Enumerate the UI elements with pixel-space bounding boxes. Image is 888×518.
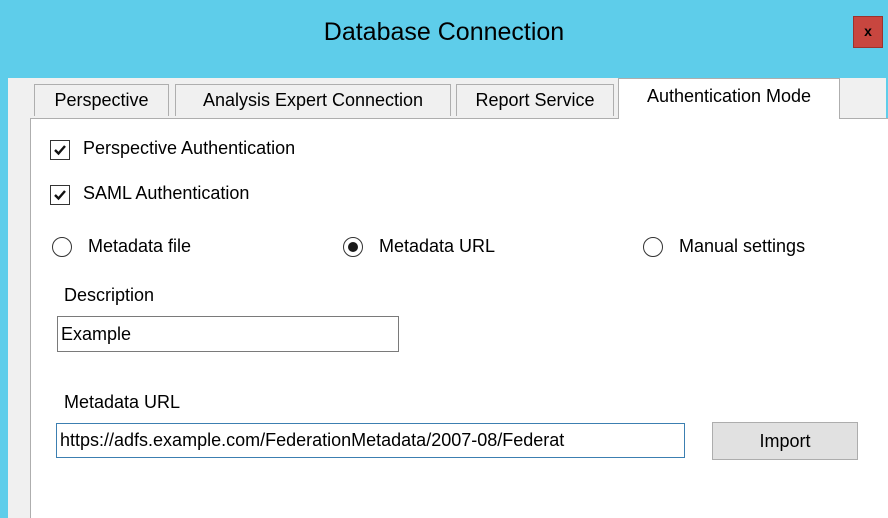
close-icon: x (864, 23, 872, 39)
tab-label: Authentication Mode (646, 86, 812, 106)
metadata-url-field[interactable] (56, 423, 685, 458)
metadata-url-label: Metadata URL (64, 392, 181, 412)
radio-selected-dot-icon (348, 242, 358, 252)
close-button[interactable]: x (853, 16, 883, 48)
checkmark-icon (54, 145, 66, 156)
description-field[interactable] (57, 316, 399, 352)
tab-authentication-mode[interactable]: Authentication Mode (618, 78, 840, 119)
radio-button[interactable] (343, 237, 363, 257)
radio-label: Metadata file (88, 236, 192, 256)
title-bar[interactable]: Database Connection x (0, 0, 888, 76)
radio-label: Metadata URL (379, 236, 496, 256)
radio-label: Manual settings (679, 236, 806, 256)
tab-perspective[interactable]: Perspective (34, 84, 169, 116)
perspective-authentication-checkbox[interactable] (50, 140, 70, 160)
tab-label: Analysis Expert Connection (202, 90, 424, 110)
tab-label: Perspective (54, 90, 149, 110)
window-title: Database Connection (323, 18, 565, 46)
description-label: Description (64, 285, 155, 305)
saml-authentication-checkbox[interactable] (50, 185, 70, 205)
import-button[interactable]: Import (712, 422, 858, 460)
tab-analysis-expert-connection[interactable]: Analysis Expert Connection (175, 84, 451, 116)
radio-button[interactable] (643, 237, 663, 257)
saml-authentication-label: SAML Authentication (83, 183, 250, 203)
perspective-authentication-label: Perspective Authentication (83, 138, 296, 158)
tab-label: Report Service (475, 90, 595, 110)
radio-button[interactable] (52, 237, 72, 257)
checkmark-icon (54, 190, 66, 201)
tab-report-service[interactable]: Report Service (456, 84, 614, 116)
